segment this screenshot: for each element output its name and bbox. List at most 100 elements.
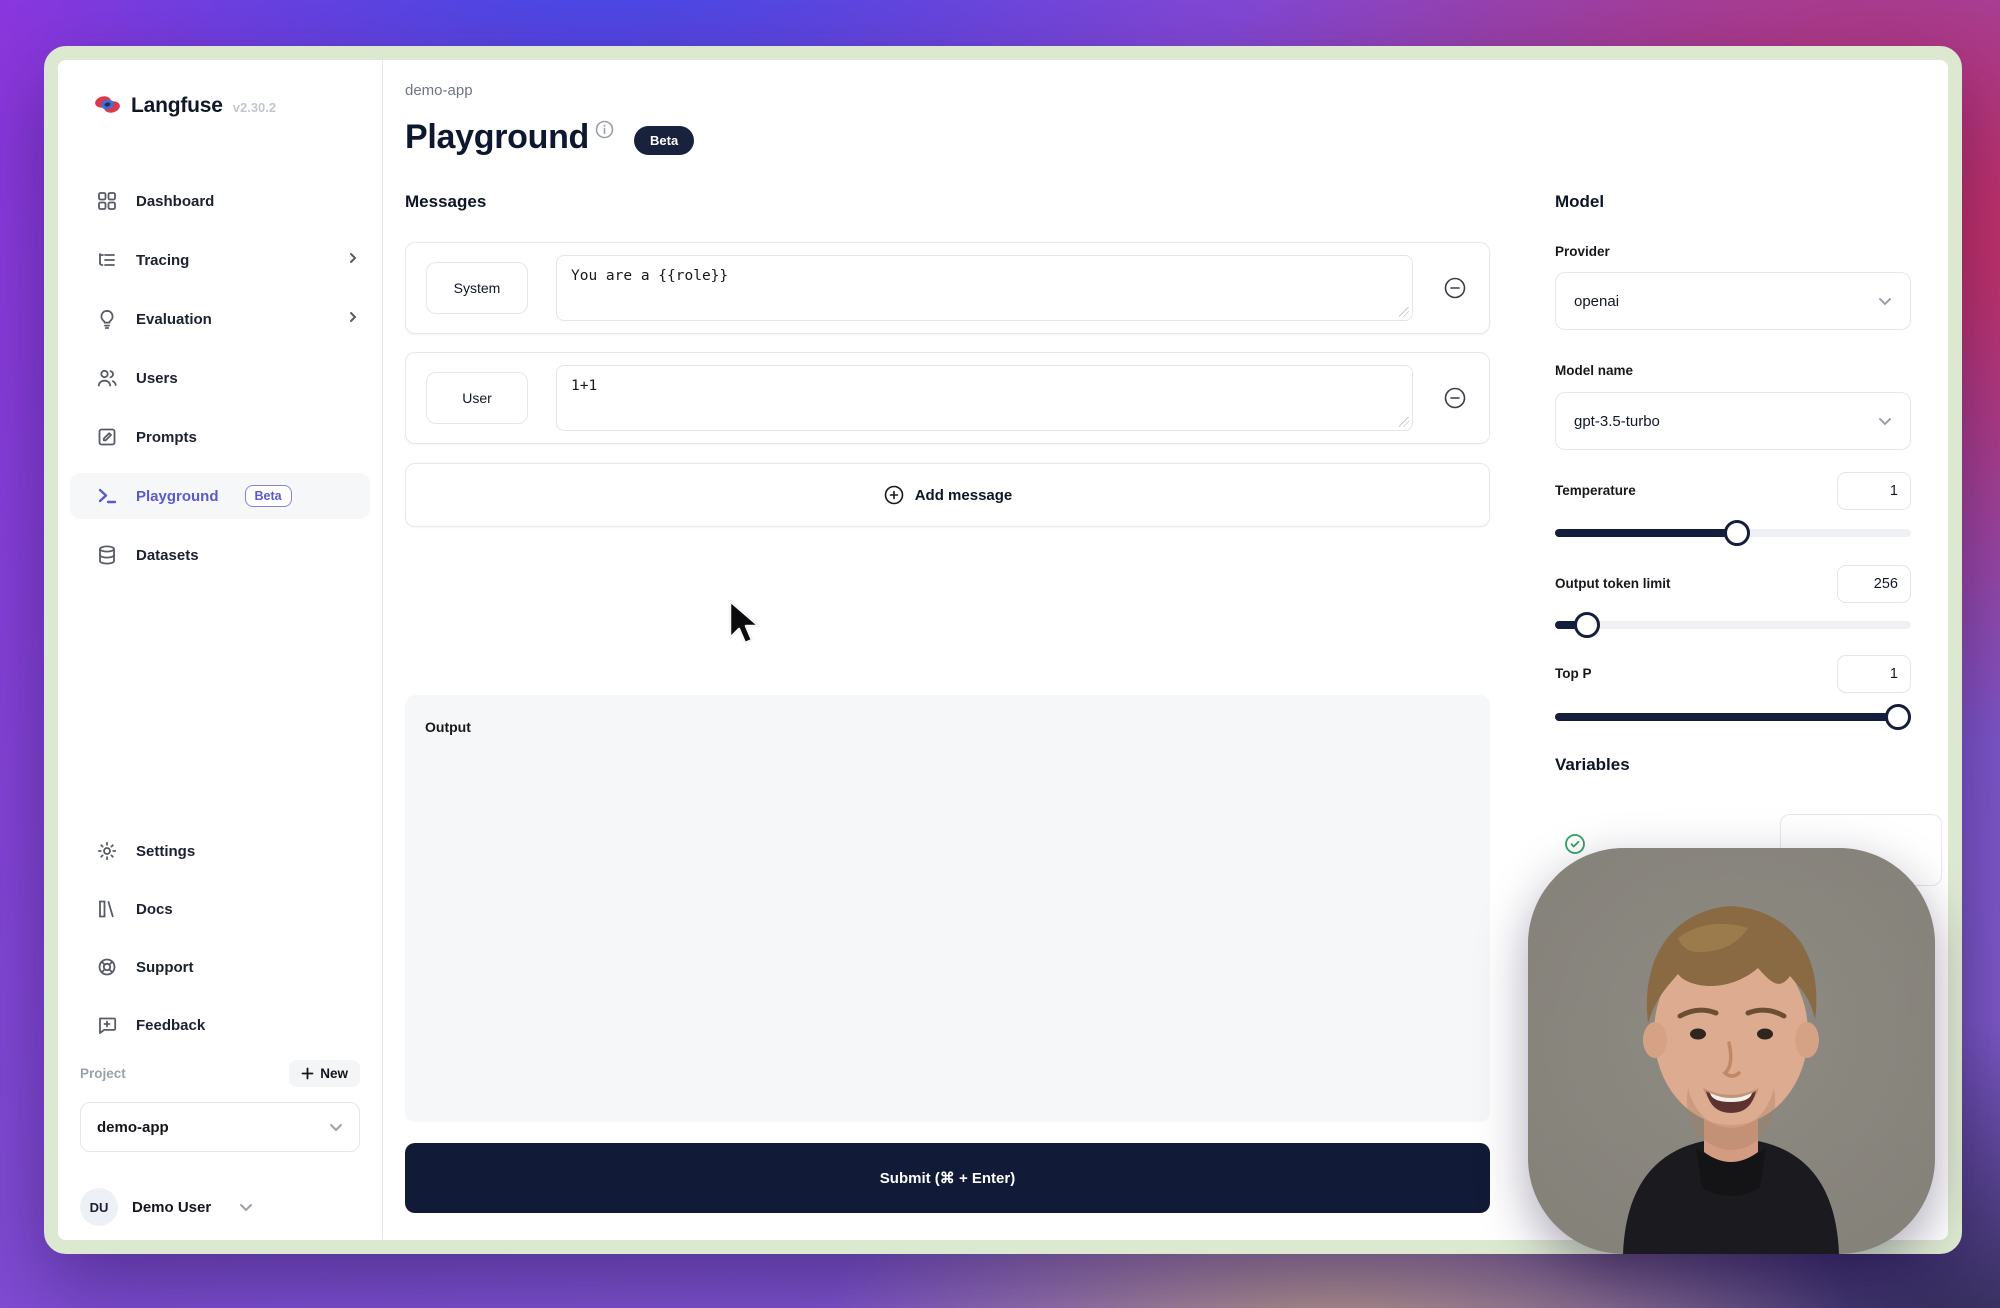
provider-select[interactable]: openai [1555, 272, 1911, 330]
main-content: demo-app Playground Beta Messages System… [405, 60, 1490, 1240]
beta-badge: Beta [634, 126, 694, 155]
sidebar-item-label: Evaluation [136, 311, 212, 328]
model-heading: Model [1555, 192, 1604, 212]
library-books-icon [94, 896, 120, 922]
slider-track [1555, 621, 1911, 629]
chevron-down-icon [1878, 297, 1892, 306]
model-name-select[interactable]: gpt-3.5-turbo [1555, 392, 1911, 450]
output-panel: Output [405, 695, 1490, 1122]
minus-circle-icon [1442, 275, 1468, 301]
provider-label: Provider [1555, 244, 1610, 259]
remove-message-button[interactable] [1441, 384, 1469, 412]
sidebar-item-dashboard[interactable]: Dashboard [70, 178, 370, 224]
remove-message-button[interactable] [1441, 274, 1469, 302]
terminal-icon [94, 483, 120, 509]
user-menu[interactable]: DU Demo User [80, 1188, 360, 1226]
sidebar-item-playground[interactable]: Playground Beta [70, 473, 370, 519]
project-select[interactable]: demo-app [80, 1102, 360, 1152]
sidebar-item-label: Feedback [136, 1017, 205, 1034]
sidebar-item-settings[interactable]: Settings [70, 828, 370, 874]
sidebar-item-label: Settings [136, 843, 195, 860]
sidebar-item-users[interactable]: Users [70, 355, 370, 401]
chevron-down-icon [329, 1123, 343, 1132]
sidebar-footer-nav: Settings Docs Support [70, 828, 370, 1048]
new-project-button[interactable]: New [289, 1060, 360, 1087]
tracing-tree-icon [94, 247, 120, 273]
temperature-input[interactable]: 1 [1837, 472, 1911, 510]
plus-icon [301, 1067, 314, 1080]
role-button[interactable]: System [426, 262, 528, 314]
sidebar-item-label: Playground [136, 488, 219, 505]
lightbulb-icon [94, 306, 120, 332]
messages-heading: Messages [405, 192, 486, 212]
sidebar-item-label: Prompts [136, 429, 197, 446]
output-token-limit-input[interactable]: 256 [1837, 565, 1911, 603]
add-message-button[interactable]: Add message [405, 463, 1490, 527]
top-p-input[interactable]: 1 [1837, 655, 1911, 693]
message-row-system: System You are a {{role}} [405, 242, 1490, 334]
info-icon[interactable] [595, 120, 614, 144]
sidebar-item-feedback[interactable]: Feedback [70, 1002, 370, 1048]
slider-handle[interactable] [1724, 520, 1750, 546]
submit-label: Submit (⌘ + Enter) [880, 1169, 1015, 1187]
sidebar-item-support[interactable]: Support [70, 944, 370, 990]
project-label: Project [80, 1066, 126, 1081]
slider-handle[interactable] [1885, 704, 1911, 730]
sidebar-item-datasets[interactable]: Datasets [70, 532, 370, 578]
dashboard-grid-icon [94, 188, 120, 214]
add-message-label: Add message [915, 487, 1013, 504]
message-textarea[interactable]: You are a {{role}} [556, 255, 1413, 321]
avatar: DU [80, 1188, 118, 1226]
gear-icon [94, 838, 120, 864]
temperature-label: Temperature [1555, 483, 1636, 498]
sidebar-item-docs[interactable]: Docs [70, 886, 370, 932]
message-textarea[interactable]: 1+1 [556, 365, 1413, 431]
message-row-user: User 1+1 [405, 352, 1490, 444]
mouse-cursor [722, 598, 768, 655]
model-name-label: Model name [1555, 363, 1633, 378]
project-row: Project New [80, 1060, 360, 1087]
output-token-limit-label: Output token limit [1555, 576, 1671, 591]
sidebar-item-label: Support [136, 959, 194, 976]
chevron-right-icon [346, 310, 360, 328]
sidebar-item-label: Docs [136, 901, 173, 918]
variables-heading: Variables [1555, 755, 1630, 775]
playground-beta-badge: Beta [245, 485, 292, 507]
langfuse-logo-icon [94, 94, 121, 116]
chevron-down-icon [239, 1203, 253, 1212]
role-button[interactable]: User [426, 372, 528, 424]
sidebar-item-tracing[interactable]: Tracing [70, 237, 370, 283]
plus-circle-icon [883, 484, 905, 506]
lifebuoy-icon [94, 954, 120, 980]
users-icon [94, 365, 120, 391]
model-name-value: gpt-3.5-turbo [1574, 413, 1660, 430]
sidebar-item-evaluation[interactable]: Evaluation [70, 296, 370, 342]
minus-circle-icon [1442, 385, 1468, 411]
chevron-right-icon [346, 251, 360, 269]
output-token-limit-slider[interactable] [1555, 612, 1911, 638]
sidebar-item-prompts[interactable]: Prompts [70, 414, 370, 460]
breadcrumb[interactable]: demo-app [405, 82, 473, 99]
database-icon [94, 542, 120, 568]
slider-fill [1555, 529, 1737, 537]
page-header: Playground Beta [405, 118, 694, 157]
top-p-slider[interactable] [1555, 704, 1911, 730]
app-version: v2.30.2 [233, 100, 276, 115]
sidebar: Langfuse v2.30.2 Dashboard Tracing [58, 60, 383, 1240]
slider-fill [1555, 713, 1911, 721]
sidebar-item-label: Users [136, 370, 178, 387]
page-title: Playground [405, 118, 589, 157]
sidebar-nav: Dashboard Tracing Evaluation [70, 178, 370, 578]
provider-value: openai [1574, 293, 1619, 310]
message-plus-icon [94, 1012, 120, 1038]
sidebar-item-label: Tracing [136, 252, 189, 269]
submit-button[interactable]: Submit (⌘ + Enter) [405, 1143, 1490, 1213]
temperature-slider[interactable] [1555, 520, 1911, 546]
project-select-value: demo-app [97, 1119, 169, 1136]
new-project-label: New [320, 1066, 348, 1081]
sidebar-item-label: Datasets [136, 547, 199, 564]
webcam-overlay [1528, 848, 1935, 1254]
prompts-edit-icon [94, 424, 120, 450]
slider-handle[interactable] [1574, 612, 1600, 638]
output-label: Output [425, 719, 471, 735]
